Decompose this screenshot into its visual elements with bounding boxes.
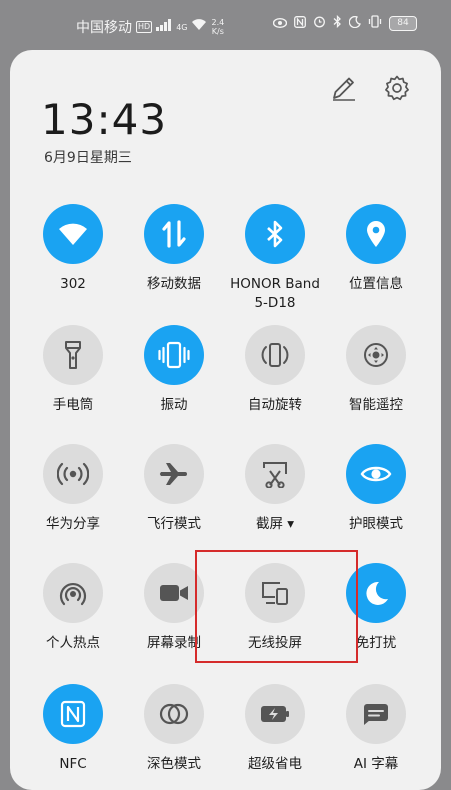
status-bar-left: 中国移动 HD 4G 2.4 K/s [76,17,224,37]
tile-label: 护眼模式 [349,516,403,532]
eye-comfort-icon [346,444,406,504]
tile-label: 深色模式 [147,756,201,772]
flashlight-icon [43,325,103,385]
airplane-icon [144,444,204,504]
tile-flashlight[interactable]: 手电筒 [23,325,123,415]
tile-label: 302 [60,276,86,292]
mobile-data-icon [144,204,204,264]
speed-unit: K/s [211,27,224,36]
tile-huawei-share[interactable]: 华为分享 [23,444,123,534]
signal-icon [156,19,172,35]
tile-eye-comfort[interactable]: 护眼模式 [326,444,426,534]
tile-wifi[interactable]: 302 [23,204,123,294]
carrier-name: 中国移动 [76,20,132,36]
tile-auto-rotate[interactable]: 自动旋转 [225,325,325,415]
vibrate-status-icon [368,15,382,32]
highlight-box [195,550,358,663]
screenshot-icon [245,444,305,504]
tile-label: 截屏 ▾ [255,516,295,532]
tile-smart-remote[interactable]: 智能遥控 [326,325,426,415]
network-speed: 2.4 K/s [211,18,224,36]
tile-hotspot[interactable]: 个人热点 [23,563,123,653]
bluetooth-icon [245,204,305,264]
tile-label: 超级省电 [248,756,302,772]
tile-ai-subtitle[interactable]: AI 字幕 [326,684,426,774]
tile-label: 手电筒 [52,397,94,413]
tile-label: HONOR Band 5-D18 [230,276,320,311]
tile-power-saving[interactable]: 超级省电 [225,684,325,774]
tile-label: AI 字幕 [353,756,399,772]
nfc-icon [43,684,103,744]
tile-label: 华为分享 [46,516,100,532]
date-text: 6月9日星期三 [44,150,132,166]
tile-label: 个人热点 [46,635,100,651]
battery-indicator: 84 [389,16,417,31]
header-tools [329,74,411,102]
tile-label: 振动 [160,397,188,413]
location-icon [346,204,406,264]
moon-status-icon [348,15,361,32]
auto-rotate-icon [245,325,305,385]
tile-label: 飞行模式 [147,516,201,532]
network-type: 4G [176,22,188,32]
nfc-status-icon [294,15,306,32]
power-saving-icon [245,684,305,744]
tile-label: 智能遥控 [349,397,403,413]
gear-icon[interactable] [383,74,411,102]
tile-nfc[interactable]: NFC [23,684,123,774]
tile-airplane-mode[interactable]: 飞行模式 [124,444,224,534]
tile-vibrate[interactable]: 振动 [124,325,224,415]
bluetooth-status-icon [333,14,342,32]
tile-label: 位置信息 [349,276,403,292]
tile-bluetooth[interactable]: HONOR Band 5-D18 [225,204,325,313]
alarm-status-icon [313,15,326,32]
hotspot-icon [43,563,103,623]
tile-label: 自动旋转 [248,397,302,413]
ai-subtitle-icon [346,684,406,744]
remote-control-icon [346,325,406,385]
quick-settings-panel: 13:43 6月9日星期三 302 移动数据 HONOR Band 5-D18 … [10,50,441,790]
dark-mode-icon [144,684,204,744]
huawei-share-icon [43,444,103,504]
clock-time: 13:43 [41,95,168,144]
status-bar-right: 84 [272,14,417,32]
status-bar: 中国移动 HD 4G 2.4 K/s 84 [0,0,451,50]
wifi-icon [43,204,103,264]
tile-dark-mode[interactable]: 深色模式 [124,684,224,774]
wifi-status-icon [191,19,207,35]
tile-label: 移动数据 [147,276,201,292]
speed-value: 2.4 [211,18,225,27]
eye-status-icon [272,16,288,32]
vibrate-icon [144,325,204,385]
tile-location[interactable]: 位置信息 [326,204,426,294]
tile-label: NFC [59,756,87,772]
tile-mobile-data[interactable]: 移动数据 [124,204,224,294]
tile-screenshot[interactable]: 截屏 ▾ [225,444,325,534]
pencil-icon[interactable] [329,74,357,102]
hd-badge: HD [136,21,153,33]
